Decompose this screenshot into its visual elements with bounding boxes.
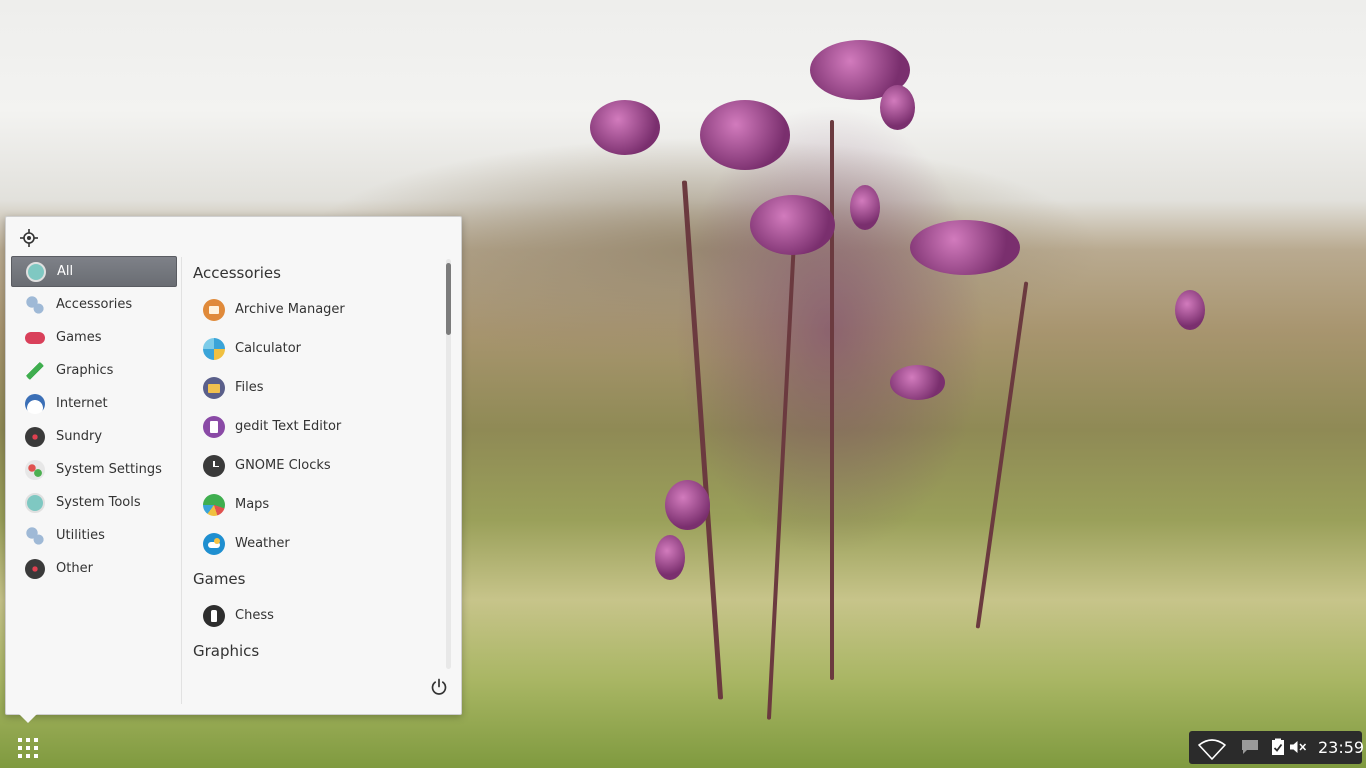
app-files[interactable]: Files — [193, 368, 443, 407]
grid-dot — [18, 738, 22, 742]
app-list: Accessories Archive Manager Calculator F… — [193, 257, 443, 664]
grid-dot — [26, 738, 30, 742]
grid-dot — [34, 746, 38, 750]
grid-dot — [18, 754, 22, 758]
text-editor-icon — [203, 415, 225, 438]
category-system-settings[interactable]: System Settings — [11, 454, 177, 485]
app-label: Chess — [235, 608, 274, 623]
app-chess[interactable]: Chess — [193, 596, 443, 635]
category-label: Sundry — [56, 429, 103, 444]
globe-icon — [25, 393, 45, 414]
app-label: Archive Manager — [235, 302, 345, 317]
sundry-icon — [25, 426, 45, 447]
app-label: Calculator — [235, 341, 302, 356]
category-label: Graphics — [56, 363, 114, 378]
clock[interactable]: 23:59 — [1318, 738, 1364, 757]
category-label: Internet — [56, 396, 108, 411]
category-label: All — [57, 264, 74, 279]
crosshair-icon[interactable] — [20, 229, 38, 247]
category-label: System Tools — [56, 495, 141, 510]
archive-icon — [203, 298, 225, 321]
grid-dot — [26, 754, 30, 758]
scrollbar-thumb[interactable] — [446, 263, 451, 335]
maps-icon — [203, 493, 225, 516]
app-calculator[interactable]: Calculator — [193, 329, 443, 368]
grid-dot — [26, 746, 30, 750]
app-gedit[interactable]: gedit Text Editor — [193, 407, 443, 446]
app-maps[interactable]: Maps — [193, 485, 443, 524]
category-sidebar: All Accessories Games Graphics Internet … — [11, 256, 177, 586]
category-label: Accessories — [56, 297, 133, 312]
category-sundry[interactable]: Sundry — [11, 421, 177, 452]
category-graphics[interactable]: Graphics — [11, 355, 177, 386]
category-label: Games — [56, 330, 102, 345]
sidebar-divider — [181, 257, 182, 704]
app-label: Files — [235, 380, 264, 395]
grid-dot — [34, 754, 38, 758]
app-label: GNOME Clocks — [235, 458, 331, 473]
toggles-icon — [25, 459, 45, 480]
gears-icon — [25, 525, 45, 546]
category-accessories[interactable]: Accessories — [11, 289, 177, 320]
category-games[interactable]: Games — [11, 322, 177, 353]
section-title-accessories: Accessories — [193, 264, 281, 282]
app-archive-manager[interactable]: Archive Manager — [193, 290, 443, 329]
category-label: Utilities — [56, 528, 105, 543]
grid-dot — [34, 738, 38, 742]
popup-pointer — [18, 713, 38, 723]
app-gnome-clocks[interactable]: GNOME Clocks — [193, 446, 443, 485]
section-title-games: Games — [193, 570, 246, 588]
gears-icon — [25, 294, 45, 315]
power-icon[interactable] — [429, 677, 449, 697]
calculator-icon — [203, 337, 225, 360]
weather-icon — [203, 532, 225, 555]
gamepad-icon — [25, 331, 45, 344]
app-list-scrollbar[interactable] — [446, 259, 451, 669]
section-title-graphics: Graphics — [193, 642, 260, 660]
category-internet[interactable]: Internet — [11, 388, 177, 419]
app-label: Weather — [235, 536, 290, 551]
other-icon — [25, 558, 45, 579]
app-menu-button[interactable] — [18, 738, 38, 758]
category-label: Other — [56, 561, 93, 576]
chess-icon — [203, 604, 225, 627]
files-icon — [203, 376, 225, 399]
category-other[interactable]: Other — [11, 553, 177, 584]
chat-icon[interactable] — [1241, 739, 1259, 755]
category-system-tools[interactable]: System Tools — [11, 487, 177, 518]
info-icon — [25, 492, 45, 513]
wifi-icon[interactable] — [1198, 738, 1226, 760]
category-label: System Settings — [56, 462, 162, 477]
app-label: Maps — [235, 497, 270, 512]
clipboard-icon[interactable] — [1271, 738, 1285, 756]
grid-dot — [18, 746, 22, 750]
app-launcher-menu: All Accessories Games Graphics Internet … — [5, 216, 462, 715]
category-utilities[interactable]: Utilities — [11, 520, 177, 551]
category-all[interactable]: All — [11, 256, 177, 287]
app-label: gedit Text Editor — [235, 419, 342, 434]
app-weather[interactable]: Weather — [193, 524, 443, 563]
info-icon — [26, 261, 46, 282]
graphics-icon — [25, 360, 45, 381]
clock-icon — [203, 454, 225, 477]
volume-muted-icon[interactable] — [1289, 739, 1307, 755]
system-tray: 23:59 — [1189, 731, 1364, 764]
